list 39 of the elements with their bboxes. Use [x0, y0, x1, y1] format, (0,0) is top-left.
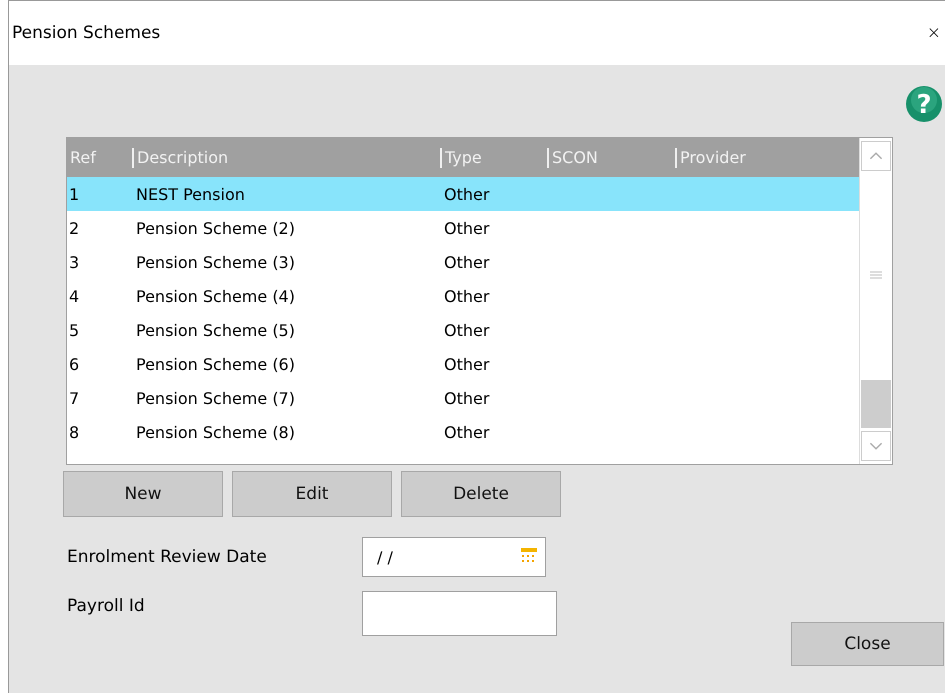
table-cell-text: Other	[443, 286, 490, 306]
table-cell-text: 7	[68, 388, 80, 408]
table-cell-text: 8	[68, 422, 80, 442]
close-icon[interactable]: ×	[926, 24, 941, 42]
action-button[interactable]: Edit	[232, 471, 392, 517]
scroll-down-icon[interactable]	[861, 431, 891, 461]
table-cell-text: Pension Scheme (3)	[135, 252, 296, 272]
table-cell-text: Other	[443, 320, 490, 340]
input-field[interactable]	[362, 591, 557, 636]
table-cell-text: Other	[443, 218, 490, 238]
table-cell-text: Other	[443, 388, 490, 408]
table-cell-text: 2	[68, 218, 80, 238]
table-cell-text: 1	[68, 184, 80, 204]
table-cell-text: Other	[443, 354, 490, 374]
table-cell-text: NEST Pension	[135, 184, 246, 204]
action-button[interactable]: Delete	[401, 471, 561, 517]
table-cell-text: Pension Scheme (6)	[135, 354, 296, 374]
window-title: Pension Schemes	[12, 23, 160, 43]
scroll-grip-icon	[870, 270, 882, 280]
action-button[interactable]: New	[63, 471, 223, 517]
selected-row-highlight[interactable]: 1 NEST Pension Other	[67, 177, 859, 211]
table-cell-text: Pension Scheme (4)	[135, 286, 296, 306]
table-cell-text: Other	[443, 184, 490, 204]
table-cell-text: Pension Scheme (7)	[135, 388, 296, 408]
table-cell-text: 6	[68, 354, 80, 374]
table-cell-text: 5	[68, 320, 80, 340]
field-label: Enrolment Review Date	[67, 547, 267, 567]
table-cell-text: 4	[68, 286, 80, 306]
table-cell-text: 3	[68, 252, 80, 272]
scroll-up-icon[interactable]	[861, 141, 891, 171]
table-cell-text: Pension Scheme (8)	[135, 422, 296, 442]
table-cell-text: Other	[443, 422, 490, 442]
table-cell-text: Other	[443, 252, 490, 272]
table-cell-text: Pension Scheme (2)	[135, 218, 296, 238]
scrollbar-thumb[interactable]	[861, 380, 891, 428]
date-field[interactable]: / /	[362, 537, 546, 577]
close-button[interactable]: Close	[791, 622, 944, 666]
table-cell-text: Pension Scheme (5)	[135, 320, 296, 340]
field-label: Payroll Id	[67, 596, 145, 616]
